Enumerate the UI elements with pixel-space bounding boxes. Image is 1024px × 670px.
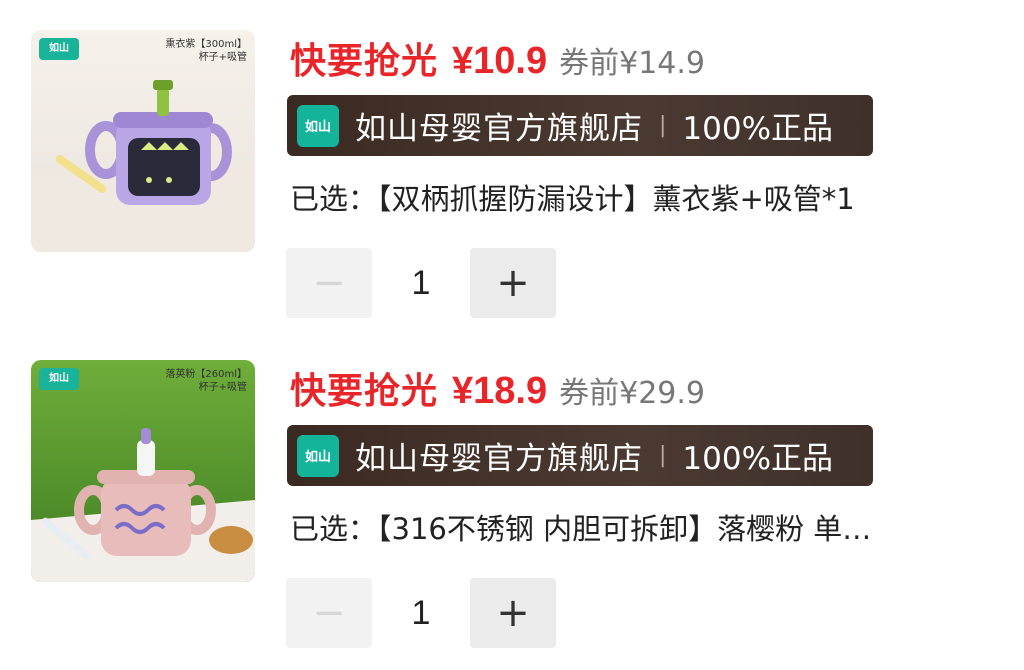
quantity-value[interactable]: 1 — [372, 264, 470, 303]
increase-button[interactable]: + — [470, 578, 556, 648]
price-row: 快要抢光 ¥10.9 券前¥14.9 — [290, 32, 705, 82]
product-image[interactable]: 如山 落英粉【260ml】 杯子+吸管 — [31, 360, 255, 582]
promo-tag: 快要抢光 — [290, 371, 439, 412]
selected-spec[interactable]: 已选：【316不锈钢 内胆可拆卸】落樱粉 单… — [290, 506, 990, 548]
current-price: ¥10.9 — [452, 40, 548, 82]
quantity-value[interactable]: 1 — [372, 594, 470, 633]
brand-badge: 如山 — [39, 368, 79, 390]
original-price: 券前¥14.9 — [559, 46, 705, 81]
price-row: 快要抢光 ¥18.9 券前¥29.9 — [290, 362, 705, 412]
cart-item: 如山 落英粉【260ml】 杯子+吸管 快要抢光 ¥18.9 券前¥29.9 如… — [0, 330, 1024, 660]
cart-item: 如山 熏衣紫【300ml】 杯子+吸管 快要抢光 ¥10.9 券前¥14.9 如… — [0, 0, 1024, 330]
store-bar[interactable]: 如山 如山母婴官方旗舰店 | 100%正品 — [287, 95, 873, 156]
store-name: 如山母婴官方旗舰店 — [355, 111, 643, 147]
decrease-button[interactable]: − — [286, 248, 372, 318]
quantity-stepper: − 1 + — [286, 578, 556, 648]
image-caption-line1: 落英粉【260ml】 — [165, 369, 247, 380]
increase-button[interactable]: + — [470, 248, 556, 318]
quantity-stepper: − 1 + — [286, 248, 556, 318]
promo-tag: 快要抢光 — [290, 41, 439, 82]
image-caption-line2: 杯子+吸管 — [198, 52, 247, 63]
authentic-badge: 100%正品 — [682, 441, 834, 477]
brand-badge: 如山 — [39, 38, 79, 60]
current-price: ¥18.9 — [452, 370, 548, 412]
selected-spec[interactable]: 已选：【双柄抓握防漏设计】薰衣紫+吸管*1 — [290, 176, 990, 218]
store-separator: | — [659, 443, 667, 468]
image-caption-line2: 杯子+吸管 — [198, 382, 247, 393]
store-logo-icon: 如山 — [297, 104, 339, 147]
store-name: 如山母婴官方旗舰店 — [355, 441, 643, 477]
original-price: 券前¥29.9 — [559, 376, 705, 411]
product-image[interactable]: 如山 熏衣紫【300ml】 杯子+吸管 — [31, 30, 255, 252]
store-separator: | — [659, 113, 667, 138]
decrease-button[interactable]: − — [286, 578, 372, 648]
authentic-badge: 100%正品 — [682, 111, 834, 147]
store-bar[interactable]: 如山 如山母婴官方旗舰店 | 100%正品 — [287, 425, 873, 486]
image-caption: 熏衣紫【300ml】 杯子+吸管 — [165, 38, 247, 64]
store-logo-icon: 如山 — [297, 434, 339, 477]
image-caption: 落英粉【260ml】 杯子+吸管 — [165, 368, 247, 394]
image-caption-line1: 熏衣紫【300ml】 — [165, 39, 247, 50]
